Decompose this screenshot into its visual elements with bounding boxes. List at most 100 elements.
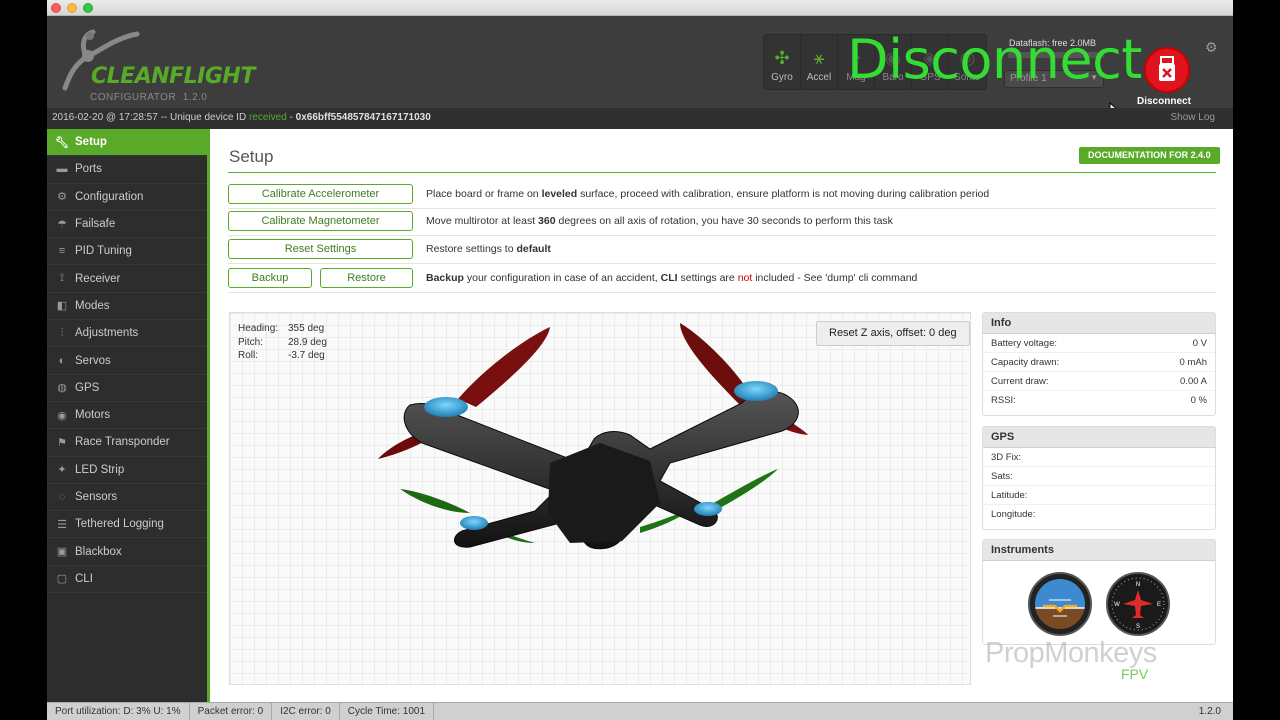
- sidebar-item-cli[interactable]: ▢ CLI: [47, 566, 207, 594]
- disconnect-button[interactable]: [1144, 47, 1190, 93]
- sidebar-item-label: Ports: [75, 163, 102, 176]
- reset-settings-button[interactable]: Reset Settings: [228, 239, 413, 259]
- sidebar-item-blackbox[interactable]: ▣ Blackbox: [47, 538, 207, 566]
- log-text: -- Unique device ID: [160, 112, 247, 123]
- backup-description: Backup your configuration in case of an …: [426, 272, 917, 284]
- gps-label: Latitude:: [991, 490, 1028, 501]
- sidebar-item-label: Receiver: [75, 272, 121, 285]
- minimize-window-icon[interactable]: [67, 3, 77, 13]
- terminal-icon: ▢: [56, 573, 68, 586]
- instruments-panel-title: Instruments: [983, 540, 1215, 561]
- close-window-icon[interactable]: [51, 3, 61, 13]
- sidebar-item-label: Configuration: [75, 190, 144, 203]
- sidebar-item-pid-tuning[interactable]: ≡ PID Tuning: [47, 238, 207, 266]
- svg-text:N: N: [1136, 582, 1140, 588]
- sidebar-item-led-strip[interactable]: ✦ LED Strip: [47, 457, 207, 484]
- calibrate-accelerometer-description: Place board or frame on leveled surface,…: [426, 188, 989, 200]
- backup-button[interactable]: Backup: [228, 268, 312, 288]
- title-divider: [228, 172, 1216, 173]
- info-panel: Info Battery voltage: 0 V Capacity drawn:…: [982, 312, 1216, 416]
- accel-icon: ⚹: [813, 48, 825, 68]
- desc-text: included - See 'dump' cli command: [752, 272, 918, 284]
- sidebar-item-race-transponder[interactable]: ⚑ Race Transponder: [47, 429, 207, 457]
- sidebar-item-label: Failsafe: [75, 218, 116, 231]
- sidebar-item-label: Servos: [75, 354, 111, 367]
- servo-icon: ◐: [58, 354, 66, 367]
- desc-text: your configuration in case of an acciden…: [463, 272, 661, 284]
- sidebar-item-label: Race Transponder: [75, 436, 170, 449]
- gear-icon: ⚙: [57, 191, 67, 204]
- app-version: 1.2.0: [182, 92, 208, 103]
- sidebar-item-gps[interactable]: ◍ GPS: [47, 375, 207, 402]
- calibrate-accelerometer-button[interactable]: Calibrate Accelerometer: [228, 184, 413, 204]
- calibrate-accelerometer-row: Calibrate Accelerometer Place board or f…: [228, 183, 1216, 209]
- info-label: Capacity drawn:: [991, 357, 1060, 368]
- calibrate-magnetometer-button[interactable]: Calibrate Magnetometer: [228, 211, 413, 231]
- gyro-icon: ✣: [774, 48, 790, 68]
- screen: { "app": { "brand": "CLEANFLIGHT", "conf…: [0, 0, 1280, 720]
- restore-button[interactable]: Restore: [320, 268, 413, 288]
- log-sep: -: [289, 112, 293, 123]
- sensor-label: Gyro: [771, 72, 793, 83]
- transponder-icon: ⚑: [57, 436, 67, 449]
- sidebar-item-modes[interactable]: ◧ Modes: [47, 293, 207, 321]
- cleanflight-logo: CLEANFLIGHT CONFIGURATOR 1.2.0: [55, 26, 295, 106]
- desc-text: surface, proceed with calibration, ensur…: [577, 188, 990, 200]
- sidebar-item-servos[interactable]: ◐ Servos: [47, 347, 207, 375]
- packet-error: Packet error: 0: [190, 702, 273, 720]
- sidebar-item-ports[interactable]: ▬ Ports: [47, 156, 207, 184]
- info-row: Battery voltage: 0 V: [983, 334, 1215, 353]
- sidebar-item-label: Modes: [75, 299, 110, 312]
- brand-logo-text: CLEANFLIGHT: [91, 64, 255, 89]
- desc-bold: default: [516, 243, 551, 255]
- app-window: CLEANFLIGHT CONFIGURATOR 1.2.0 ✣ Gyro ⚹ …: [47, 0, 1233, 720]
- sidebar-item-label: Tethered Logging: [75, 518, 164, 531]
- svg-text:W: W: [1114, 602, 1120, 608]
- disconnect-overlay-text: Disconnect: [847, 28, 1142, 91]
- info-label: Current draw:: [991, 376, 1049, 387]
- maximize-window-icon[interactable]: [83, 3, 93, 13]
- sidebar-item-sensors[interactable]: ◌ Sensors: [47, 484, 207, 512]
- heading-indicator-icon: N S E W: [1106, 572, 1170, 636]
- sidebar-item-configuration[interactable]: ⚙ Configuration: [47, 184, 207, 211]
- receiver-icon: ⟟: [59, 272, 65, 285]
- desc-bold: leveled: [541, 188, 578, 200]
- info-value: 0 mAh: [1179, 357, 1207, 368]
- usb-plug-icon: [1159, 56, 1175, 81]
- ports-icon: ▬: [56, 163, 68, 176]
- desc-bold: CLI: [660, 272, 678, 284]
- sidebar-item-failsafe[interactable]: ☂ Failsafe: [47, 211, 207, 239]
- attitude-indicator-icon: [1028, 572, 1092, 636]
- backup-restore-row: Backup Restore Backup your configuration…: [228, 267, 1216, 293]
- info-row: Current draw: 0.00 A: [983, 372, 1215, 391]
- reset-settings-description: Restore settings to default: [426, 243, 551, 255]
- desc-bold: 360: [538, 215, 556, 227]
- configurator-version-label: CONFIGURATOR 1.2.0: [90, 92, 208, 103]
- log-status: received: [248, 112, 287, 123]
- documentation-button[interactable]: DOCUMENTATION FOR 2.4.0: [1079, 147, 1220, 164]
- gps-row: Longitude:: [983, 505, 1215, 524]
- gps-label: 3D Fix:: [991, 452, 1022, 463]
- motor-icon: ◉: [57, 409, 67, 422]
- page-title: Setup: [229, 147, 274, 166]
- svg-text:S: S: [1136, 624, 1140, 630]
- sidebar-item-label: Blackbox: [75, 545, 122, 558]
- disconnect-label: Disconnect: [1137, 96, 1191, 107]
- sidebar-item-setup[interactable]: 🔧︎ Setup: [47, 129, 207, 157]
- model-view: Heading: 355 deg Pitch: 28.9 deg Roll: -3.7…: [229, 312, 971, 685]
- info-value: 0 V: [1192, 338, 1207, 349]
- configurator-label: CONFIGURATOR: [90, 92, 177, 103]
- calibrate-magnetometer-row: Calibrate Magnetometer Move multirotor a…: [228, 210, 1216, 236]
- sidebar-item-label: Adjustments: [75, 327, 139, 340]
- settings-gear-icon[interactable]: ⚙: [1205, 39, 1218, 56]
- sidebar-item-tethered-logging[interactable]: ☰ Tethered Logging: [47, 511, 207, 539]
- sidebar-item-adjustments[interactable]: ⫶ Adjustments: [47, 320, 207, 348]
- device-id: 0x66bff554857847167171030: [295, 112, 431, 123]
- sidebar-item-motors[interactable]: ◉ Motors: [47, 402, 207, 430]
- info-value: 0 %: [1190, 395, 1207, 406]
- sidebar-item-receiver[interactable]: ⟟ Receiver: [47, 265, 207, 293]
- wrench-icon: 🔧︎: [55, 136, 69, 149]
- show-log-link[interactable]: Show Log: [1171, 112, 1215, 123]
- sidebar-item-label: Setup: [75, 136, 107, 149]
- log-timestamp: 2016-02-20 @ 17:28:57: [52, 112, 158, 123]
